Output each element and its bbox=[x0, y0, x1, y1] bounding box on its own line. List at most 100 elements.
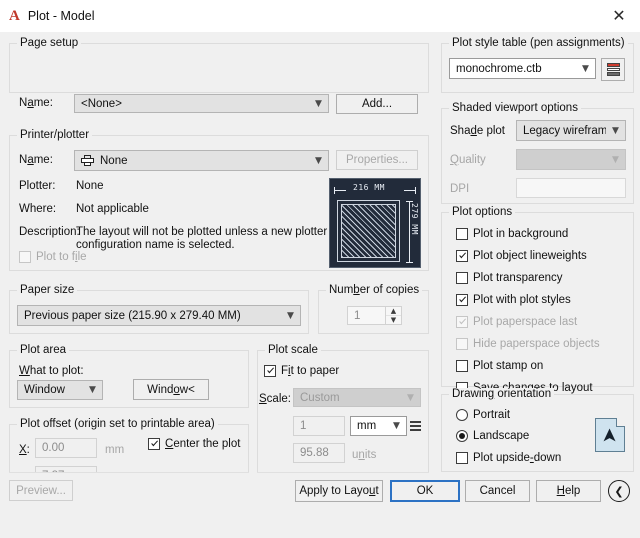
where-value: Not applicable bbox=[76, 203, 149, 215]
checkbox-box bbox=[456, 250, 468, 262]
center-the-plot-checkbox[interactable]: Center the plot bbox=[148, 438, 240, 450]
landscape-label: Landscape bbox=[473, 430, 530, 442]
orientation-preview-icon: ➤ bbox=[595, 418, 625, 452]
preview-button-label: Preview... bbox=[16, 484, 66, 497]
offset-x-value: 0.00 bbox=[42, 442, 65, 454]
scale-value: Custom bbox=[300, 391, 340, 404]
scale-numerator-value: 1 bbox=[300, 420, 307, 432]
collapse-dialog-button[interactable]: ❮ bbox=[608, 480, 630, 502]
plot-option-checkbox[interactable]: Plot transparency bbox=[456, 272, 563, 284]
scale-unit-value: mm bbox=[357, 420, 377, 432]
printer-plotter-legend: Printer/plotter bbox=[17, 129, 93, 141]
preview-height-label: 279 MM bbox=[410, 203, 419, 235]
plot-option-label: Plot with plot styles bbox=[473, 294, 571, 306]
orientation-landscape-radio[interactable]: Landscape bbox=[456, 430, 529, 442]
spinner-up-icon[interactable]: ▲ bbox=[386, 307, 401, 316]
what-to-plot-value: Window bbox=[24, 384, 65, 396]
shaded-viewport-legend: Shaded viewport options bbox=[449, 102, 581, 114]
cancel-button[interactable]: Cancel bbox=[465, 480, 530, 502]
checkbox-box bbox=[456, 452, 468, 464]
window-pick-button[interactable]: Window< bbox=[133, 379, 209, 400]
what-to-plot-label: What to plot: bbox=[19, 365, 84, 377]
ok-button[interactable]: OK bbox=[390, 480, 460, 502]
window-button-label: Window< bbox=[147, 383, 195, 396]
printer-icon bbox=[81, 155, 94, 166]
spinner-down-icon[interactable]: ▼ bbox=[386, 316, 401, 324]
quality-label: Quality bbox=[450, 154, 486, 166]
left-pane: Page setup Name: <None> ▼ Add... Printer… bbox=[0, 32, 438, 499]
fit-to-paper-label: Fit to paper bbox=[281, 365, 340, 377]
copies-legend: Number of copies bbox=[326, 284, 423, 296]
right-pane: Plot style table (pen assignments) monoc… bbox=[438, 32, 640, 472]
plotter-properties-button[interactable]: Properties... bbox=[336, 150, 418, 170]
add-button-label: Add... bbox=[361, 98, 393, 110]
help-button[interactable]: Help bbox=[536, 480, 601, 502]
orientation-portrait-radio[interactable]: Portrait bbox=[456, 409, 510, 421]
plot-option-label: Plot object lineweights bbox=[473, 250, 587, 262]
printer-name-label: Name: bbox=[19, 154, 53, 166]
plot-option-checkbox[interactable]: Plot paperspace last bbox=[456, 316, 577, 328]
close-icon[interactable]: ✕ bbox=[598, 0, 640, 32]
quality-combo[interactable]: ▼ bbox=[516, 149, 626, 170]
plot-option-label: Hide paperspace objects bbox=[473, 338, 600, 350]
plot-option-checkbox[interactable]: Plot object lineweights bbox=[456, 250, 587, 262]
plotter-value: None bbox=[76, 180, 104, 192]
copies-spinner[interactable]: ▲ ▼ bbox=[386, 306, 402, 325]
chevron-down-icon: ▼ bbox=[89, 385, 96, 395]
drawing-orientation-legend: Drawing orientation bbox=[449, 388, 555, 400]
checkbox-box bbox=[264, 365, 276, 377]
copies-input[interactable]: 1 bbox=[347, 306, 386, 325]
printer-name-combo[interactable]: None ▼ bbox=[74, 150, 329, 171]
upside-down-label: Plot upside-down bbox=[473, 452, 562, 464]
orientation-glyph: ➤ bbox=[598, 427, 621, 443]
ok-button-label: OK bbox=[416, 485, 434, 497]
apply-button-label: Apply to Layout bbox=[299, 485, 379, 497]
offset-x-units: mm bbox=[105, 444, 125, 456]
plot-option-checkbox[interactable]: Plot in background bbox=[456, 228, 568, 240]
scale-menu-icon[interactable] bbox=[410, 421, 421, 431]
chevron-down-icon: ▼ bbox=[393, 421, 400, 431]
fit-to-paper-checkbox[interactable]: Fit to paper bbox=[264, 365, 339, 377]
paper-size-value: Previous paper size (215.90 x 279.40 MM) bbox=[24, 309, 241, 322]
description-line-2: configuration name is selected. bbox=[76, 239, 235, 251]
dpi-label: DPI bbox=[450, 183, 470, 195]
plot-option-checkbox[interactable]: Plot stamp on bbox=[456, 360, 543, 372]
chevron-down-icon: ▼ bbox=[315, 155, 322, 166]
scale-numerator-input[interactable]: 1 bbox=[293, 416, 345, 436]
chevron-down-icon: ▼ bbox=[315, 98, 322, 109]
plot-option-label: Plot in background bbox=[473, 228, 569, 240]
center-the-plot-label: Center the plot bbox=[165, 438, 241, 450]
apply-to-layout-button[interactable]: Apply to Layout bbox=[295, 480, 383, 502]
page-setup-group: Page setup bbox=[9, 37, 429, 93]
plot-style-table-combo[interactable]: monochrome.ctb ▼ bbox=[449, 58, 596, 79]
plot-to-file-label: Plot to file bbox=[36, 251, 87, 263]
window-title: Plot - Model bbox=[27, 9, 95, 23]
what-to-plot-combo[interactable]: Window ▼ bbox=[17, 380, 103, 400]
add-page-setup-button[interactable]: Add... bbox=[336, 94, 418, 114]
radio-circle bbox=[456, 430, 468, 442]
radio-circle bbox=[456, 409, 468, 421]
scale-denominator-input[interactable]: 95.88 bbox=[293, 443, 345, 463]
paper-size-combo[interactable]: Previous paper size (215.90 x 279.40 MM)… bbox=[17, 305, 301, 326]
checkbox-box bbox=[456, 228, 468, 240]
plot-upside-down-checkbox[interactable]: Plot upside-down bbox=[456, 452, 561, 464]
offset-x-label: X: bbox=[19, 444, 30, 456]
title-bar: A Plot - Model ✕ bbox=[0, 0, 640, 32]
page-setup-name-combo[interactable]: <None> ▼ bbox=[74, 94, 329, 113]
printer-name-value: None bbox=[100, 154, 128, 167]
plot-option-checkbox[interactable]: Plot with plot styles bbox=[456, 294, 571, 306]
edit-plot-style-table-button[interactable] bbox=[601, 58, 625, 81]
offset-x-input[interactable]: 0.00 bbox=[35, 438, 97, 458]
shade-plot-combo[interactable]: Legacy wireframe ▼ bbox=[516, 120, 626, 141]
help-button-label: Help bbox=[556, 485, 581, 497]
page-setup-name-value: <None> bbox=[81, 97, 122, 110]
scale-unit-combo[interactable]: mm ▼ bbox=[350, 416, 407, 436]
plot-option-checkbox[interactable]: Hide paperspace objects bbox=[456, 338, 600, 350]
scale-combo[interactable]: Custom ▼ bbox=[293, 388, 421, 407]
plot-option-label: Plot stamp on bbox=[473, 360, 544, 372]
checkbox-box bbox=[19, 251, 31, 263]
preview-button[interactable]: Preview... bbox=[9, 480, 73, 501]
plot-to-file-checkbox[interactable]: Plot to file bbox=[19, 251, 87, 263]
preview-hatch bbox=[341, 204, 396, 258]
dpi-input[interactable] bbox=[516, 178, 626, 198]
